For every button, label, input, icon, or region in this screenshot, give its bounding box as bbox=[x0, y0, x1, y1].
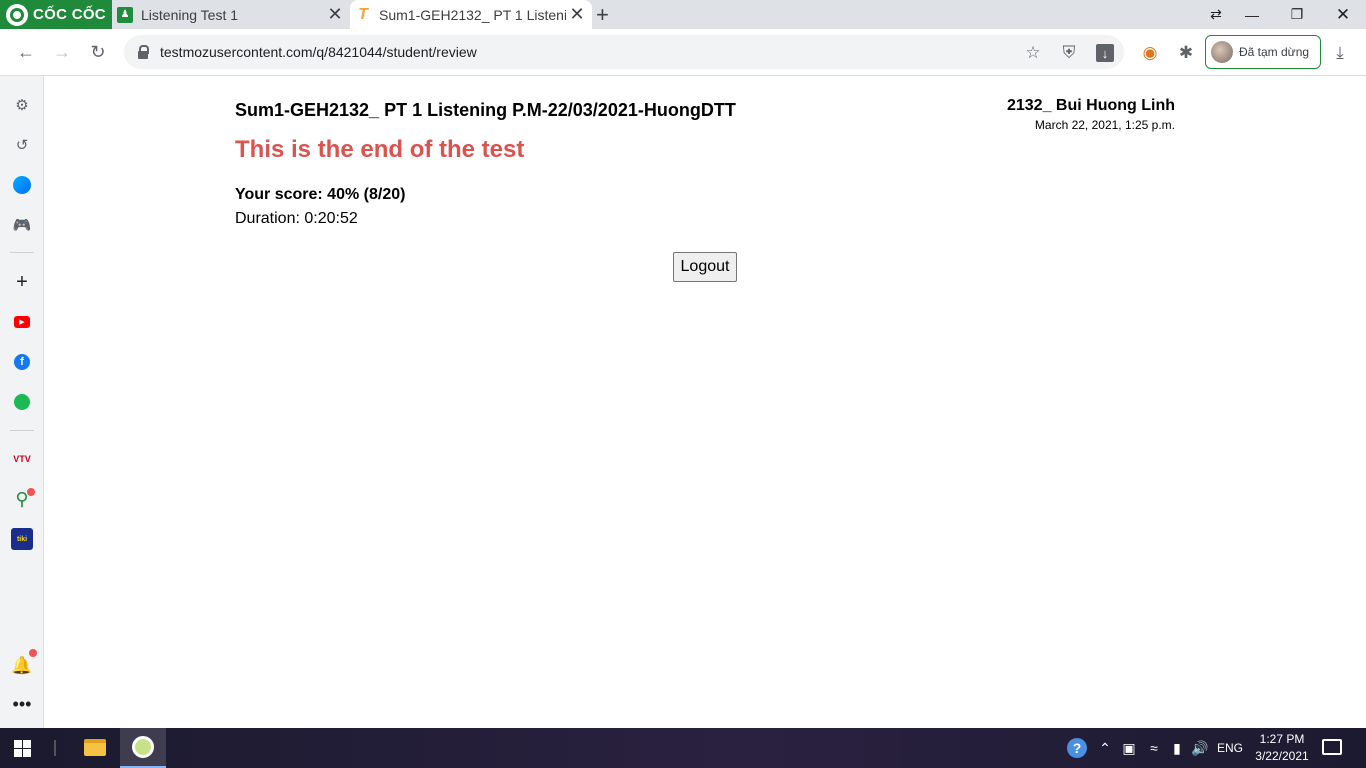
google-classroom-icon: ♟ bbox=[117, 6, 133, 23]
new-tab-button[interactable]: + bbox=[596, 2, 609, 28]
history-icon[interactable]: ↺ bbox=[10, 133, 34, 157]
back-button[interactable]: ← bbox=[13, 39, 39, 65]
file-explorer-icon[interactable] bbox=[84, 739, 106, 756]
windows-start-icon[interactable] bbox=[14, 740, 31, 757]
language-indicator[interactable]: ENG bbox=[1216, 738, 1244, 758]
action-center-icon[interactable] bbox=[1322, 739, 1342, 755]
side-panel: ⚙ ↺ 🎮 + ▶ f VTV ⚲ tiki 🔔 ••• bbox=[0, 76, 44, 728]
add-icon[interactable]: + bbox=[10, 270, 34, 294]
divider bbox=[54, 740, 56, 756]
browser-toolbar: ← → ↻ testmozusercontent.com/q/8421044/s… bbox=[0, 29, 1366, 76]
notification-dot bbox=[29, 649, 37, 657]
meet-now-icon[interactable]: ▣ bbox=[1121, 738, 1137, 758]
games-icon[interactable]: 🎮 bbox=[10, 213, 34, 237]
extensions-icon[interactable]: ✱ bbox=[1175, 42, 1197, 64]
time-text: 1:27 PM bbox=[1259, 732, 1305, 746]
tab-title: Listening Test 1 bbox=[141, 6, 239, 23]
downloads-icon[interactable]: ⤓ bbox=[1329, 42, 1351, 64]
end-of-test-heading: This is the end of the test bbox=[235, 136, 525, 163]
battery-icon[interactable]: ▮ bbox=[1168, 738, 1186, 758]
tab-strip: CỐC CỐC ♟ Listening Test 1 ✕ T Sum1-GEH2… bbox=[0, 0, 1366, 29]
star-icon[interactable]: ☆ bbox=[1022, 42, 1044, 64]
youtube-icon[interactable]: ▶ bbox=[10, 310, 34, 334]
volume-icon[interactable]: 🔊 bbox=[1191, 738, 1209, 758]
clock[interactable]: 1:27 PM 3/22/2021 bbox=[1250, 731, 1314, 765]
tab-testmoz-active[interactable]: T Sum1-GEH2132_ PT 1 Listening P.M-22/03… bbox=[350, 0, 592, 29]
lock-icon bbox=[138, 44, 149, 59]
settings-icon[interactable]: ⚙ bbox=[10, 93, 34, 117]
avatar bbox=[1211, 41, 1233, 63]
divider bbox=[10, 252, 34, 253]
notification-dot bbox=[27, 488, 35, 496]
facebook-icon[interactable]: f bbox=[10, 350, 34, 374]
submission-date: March 22, 2021, 1:25 p.m. bbox=[1034, 118, 1175, 132]
minimize-button[interactable]: — bbox=[1232, 0, 1272, 29]
tiki-icon[interactable]: tiki bbox=[10, 527, 34, 551]
page-content: Sum1-GEH2132_ PT 1 Listening P.M-22/03/2… bbox=[44, 77, 1366, 728]
download-page-icon[interactable]: ↓ bbox=[1094, 42, 1116, 64]
coccoc-extension-icon[interactable]: ◉ bbox=[1139, 42, 1161, 64]
divider bbox=[10, 430, 34, 431]
search-tabs-icon[interactable]: ⇄ bbox=[1196, 0, 1236, 29]
url-text[interactable]: testmozusercontent.com/q/8421044/student… bbox=[160, 44, 477, 60]
testmoz-icon: T bbox=[358, 5, 368, 23]
help-icon[interactable]: ? bbox=[1067, 738, 1087, 758]
messenger-icon[interactable] bbox=[10, 173, 34, 197]
windows-taskbar: ? ⌃ ▣ ≈ ▮ 🔊 ENG 1:27 PM 3/22/2021 bbox=[0, 728, 1366, 768]
date-text: 3/22/2021 bbox=[1255, 749, 1309, 763]
chevron-up-icon[interactable]: ⌃ bbox=[1097, 738, 1113, 758]
coccoc-logo-icon bbox=[132, 736, 154, 758]
spotify-icon[interactable] bbox=[10, 390, 34, 414]
brand-name: CỐC CỐC bbox=[33, 6, 106, 23]
tab-title: Sum1-GEH2132_ PT 1 Listening P.M-22/03/2… bbox=[379, 6, 566, 23]
shield-icon[interactable]: ⛨ bbox=[1058, 42, 1080, 64]
close-icon[interactable]: ✕ bbox=[324, 4, 346, 25]
duration-text: Duration: 0:20:52 bbox=[235, 210, 358, 227]
score-text: Your score: 40% (8/20) bbox=[235, 186, 406, 203]
tab-listening-test[interactable]: ♟ Listening Test 1 ✕ bbox=[112, 0, 350, 29]
reload-button[interactable]: ↻ bbox=[85, 39, 111, 65]
profile-button[interactable]: Đã tạm dừng bbox=[1205, 35, 1321, 69]
restore-button[interactable]: ❐ bbox=[1277, 0, 1317, 29]
wifi-icon[interactable]: ≈ bbox=[1145, 738, 1163, 758]
profile-status: Đã tạm dừng bbox=[1239, 45, 1310, 59]
more-icon[interactable]: ••• bbox=[10, 692, 34, 716]
close-icon[interactable]: ✕ bbox=[566, 4, 588, 25]
coccoc-taskbar-button[interactable] bbox=[120, 728, 166, 768]
address-bar[interactable]: testmozusercontent.com/q/8421044/student… bbox=[124, 35, 1124, 69]
logout-button[interactable]: Logout bbox=[673, 252, 737, 282]
close-window-button[interactable]: ✕ bbox=[1323, 0, 1363, 29]
bell-icon[interactable]: 🔔 bbox=[10, 654, 34, 678]
vtv-go-icon[interactable]: VTV bbox=[10, 447, 34, 471]
coccoc-brand-button[interactable]: CỐC CỐC bbox=[0, 0, 112, 29]
forward-button[interactable]: → bbox=[49, 39, 75, 65]
student-name: 2132_ Bui Huong Linh bbox=[1006, 97, 1175, 114]
test-title: Sum1-GEH2132_ PT 1 Listening P.M-22/03/2… bbox=[235, 100, 736, 120]
coccoc-logo-icon bbox=[6, 3, 28, 26]
